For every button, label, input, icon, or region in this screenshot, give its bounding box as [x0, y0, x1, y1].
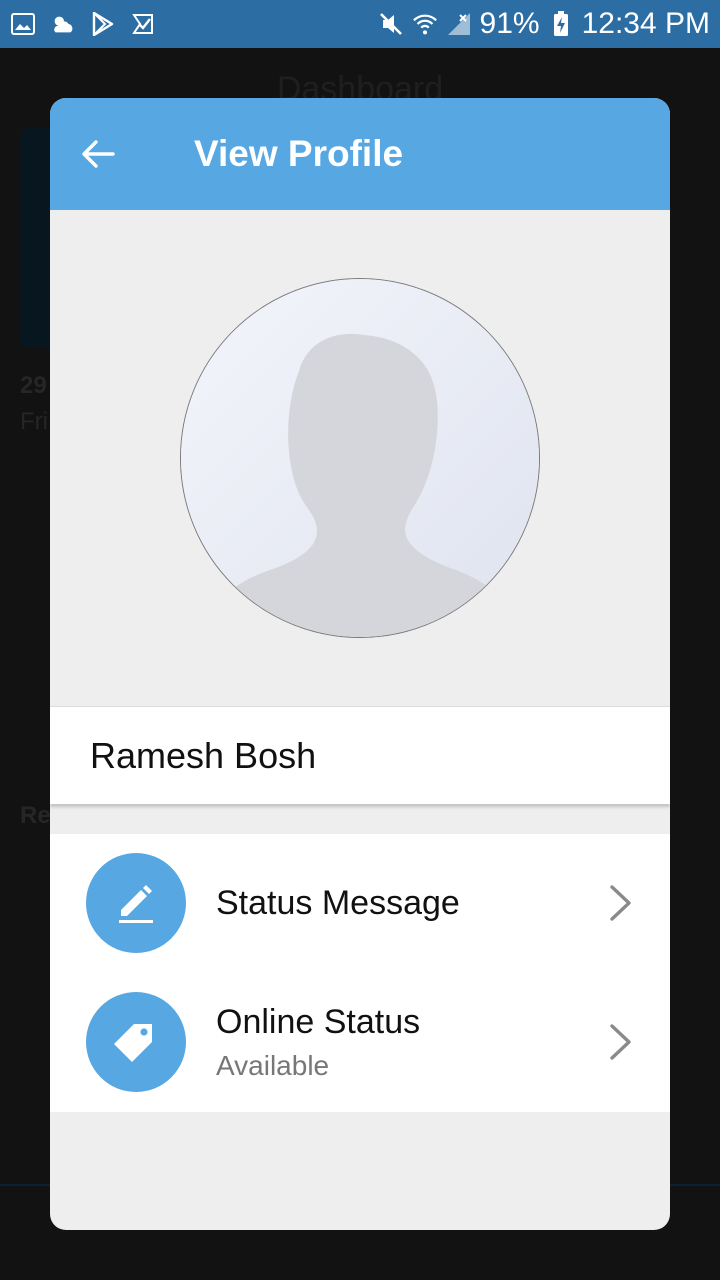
- play-store-icon: [90, 11, 116, 37]
- battery-charging-icon: [548, 11, 574, 37]
- clock: 12:34 PM: [581, 7, 710, 40]
- status-message-item[interactable]: Status Message: [50, 834, 670, 972]
- chevron-right-icon: [606, 883, 636, 923]
- status-message-text: Status Message: [216, 884, 460, 923]
- view-profile-dialog: View Profile Ramesh Bosh Status Message …: [50, 98, 670, 1230]
- pencil-icon: [119, 885, 153, 923]
- online-status-item[interactable]: Online Status Available: [50, 972, 670, 1112]
- profile-options-list: Status Message Online Status Available: [50, 834, 670, 1112]
- background-text: 29: [20, 372, 47, 399]
- dialog-title: View Profile: [194, 133, 404, 174]
- chevron-right-icon: [606, 1022, 636, 1062]
- online-status-text: Online Status Available: [216, 1003, 420, 1082]
- notification-icons: [10, 11, 156, 37]
- avatar[interactable]: [180, 278, 540, 638]
- wifi-icon: [412, 11, 438, 37]
- background-text: Fri: [20, 408, 48, 435]
- mute-icon: [378, 11, 404, 37]
- dialog-header: View Profile: [50, 98, 670, 210]
- status-message-label: Status Message: [216, 883, 460, 922]
- online-status-icon-circle: [86, 992, 186, 1092]
- status-bar: 91% 12:34 PM: [0, 0, 720, 48]
- task-icon: [130, 11, 156, 37]
- tag-icon: [114, 1024, 152, 1062]
- status-message-icon-circle: [86, 853, 186, 953]
- image-icon: [10, 11, 36, 37]
- online-status-value: Available: [216, 1049, 330, 1081]
- avatar-area: [50, 210, 670, 706]
- signal-icon: [446, 11, 472, 37]
- back-button[interactable]: [50, 98, 146, 210]
- default-avatar-silhouette-icon: [181, 279, 539, 637]
- arrow-left-icon: [82, 140, 115, 168]
- background-text: Re: [20, 802, 51, 829]
- battery-percent: 91%: [479, 7, 540, 40]
- weather-icon: [50, 11, 76, 37]
- online-status-label: Online Status: [216, 1002, 421, 1041]
- system-icons: 91% 12:34 PM: [378, 7, 710, 41]
- profile-name: Ramesh Bosh: [50, 706, 670, 804]
